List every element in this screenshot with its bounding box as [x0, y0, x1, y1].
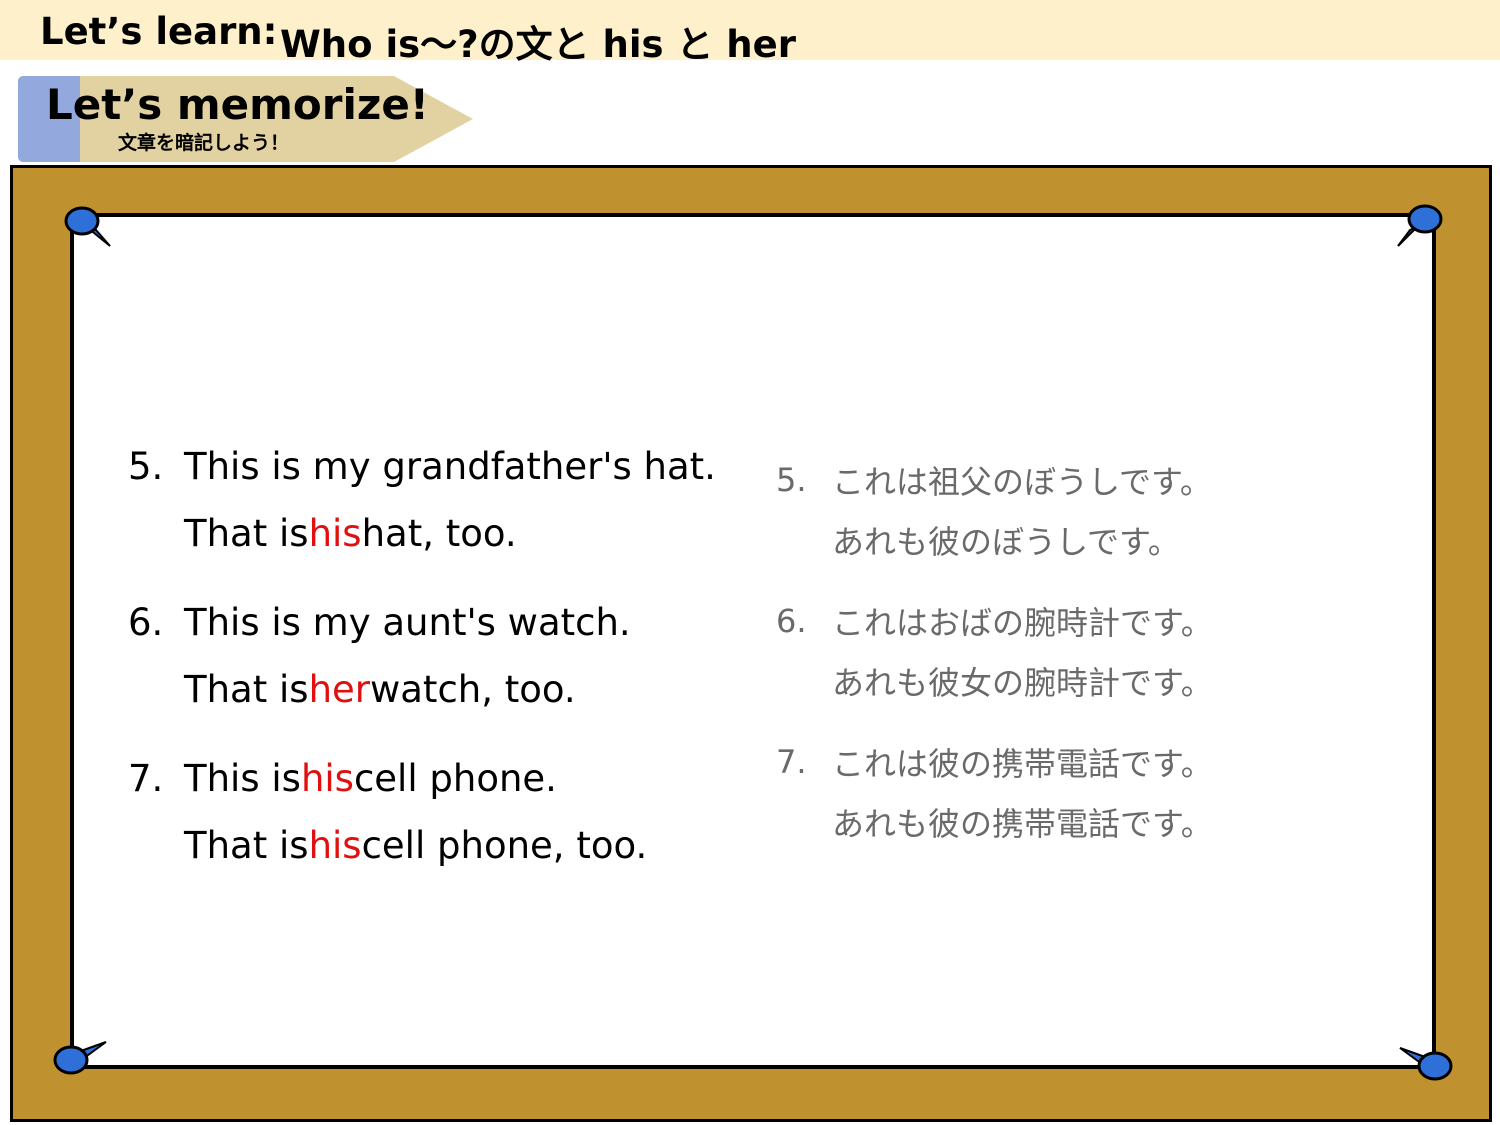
highlighted-pronoun: his — [308, 512, 362, 555]
translation-text: これは祖父のぼうしです。 — [832, 463, 1212, 501]
japanese-item: 6. これはおばの腕時計です。 あれも彼女の腕時計です。 — [776, 591, 1213, 711]
sentence-text: cell phone, too. — [361, 824, 648, 867]
translation-text: あれも彼のぼうしです。 — [832, 523, 1180, 561]
english-item: 5. This is my grandfather's hat. That is… — [128, 433, 716, 567]
section-tag-subtitle: 文章を暗記しよう！ — [118, 132, 290, 154]
english-sentences: 5. This is my grandfather's hat. That is… — [128, 433, 716, 901]
translation-text: これはおばの腕時計です。 — [832, 604, 1213, 642]
sentence-text: That is — [184, 668, 309, 711]
highlighted-pronoun: his — [308, 824, 362, 867]
highlighted-pronoun: his — [300, 757, 354, 800]
sentence-text: watch, too. — [370, 668, 576, 711]
translation-text: これは彼の携帯電話です。 — [832, 745, 1213, 783]
translation-text: あれも彼の携帯電話です。 — [832, 805, 1213, 843]
header-bar: Let’s learn: Who is〜?の文と his と her — [0, 0, 1500, 66]
page-title: Who is〜?の文と his と her — [280, 23, 796, 66]
japanese-item: 5. これは祖父のぼうしです。 あれも彼のぼうしです。 — [776, 450, 1213, 570]
sentence-text: This is — [184, 757, 301, 800]
sentence-text: cell phone. — [353, 757, 557, 800]
japanese-item: 7. これは彼の携帯電話です。 あれも彼の携帯電話です。 — [776, 732, 1213, 852]
item-number: 5. — [128, 445, 164, 488]
item-number: 5. — [776, 461, 807, 499]
sentence-text: That is — [184, 824, 309, 867]
sentence-text: This is my aunt's watch. — [184, 601, 631, 644]
sentence-text: hat, too. — [361, 512, 517, 555]
item-number: 7. — [128, 757, 164, 800]
english-item: 6. This is my aunt's watch. That is her … — [128, 589, 716, 723]
section-tag-title: Let’s memorize! — [46, 80, 429, 129]
sentence-text: This is my grandfather's hat. — [184, 445, 716, 488]
item-number: 7. — [776, 743, 807, 781]
item-number: 6. — [128, 601, 164, 644]
english-item: 7. This is his cell phone. That is his c… — [128, 745, 716, 879]
sentence-text: That is — [184, 512, 309, 555]
item-number: 6. — [776, 602, 807, 640]
translation-text: あれも彼女の腕時計です。 — [832, 664, 1213, 702]
header-prefix: Let’s learn: — [40, 10, 278, 53]
japanese-translations: 5. これは祖父のぼうしです。 あれも彼のぼうしです。 6. これはおばの腕時計… — [776, 450, 1213, 873]
highlighted-pronoun: her — [308, 668, 370, 711]
